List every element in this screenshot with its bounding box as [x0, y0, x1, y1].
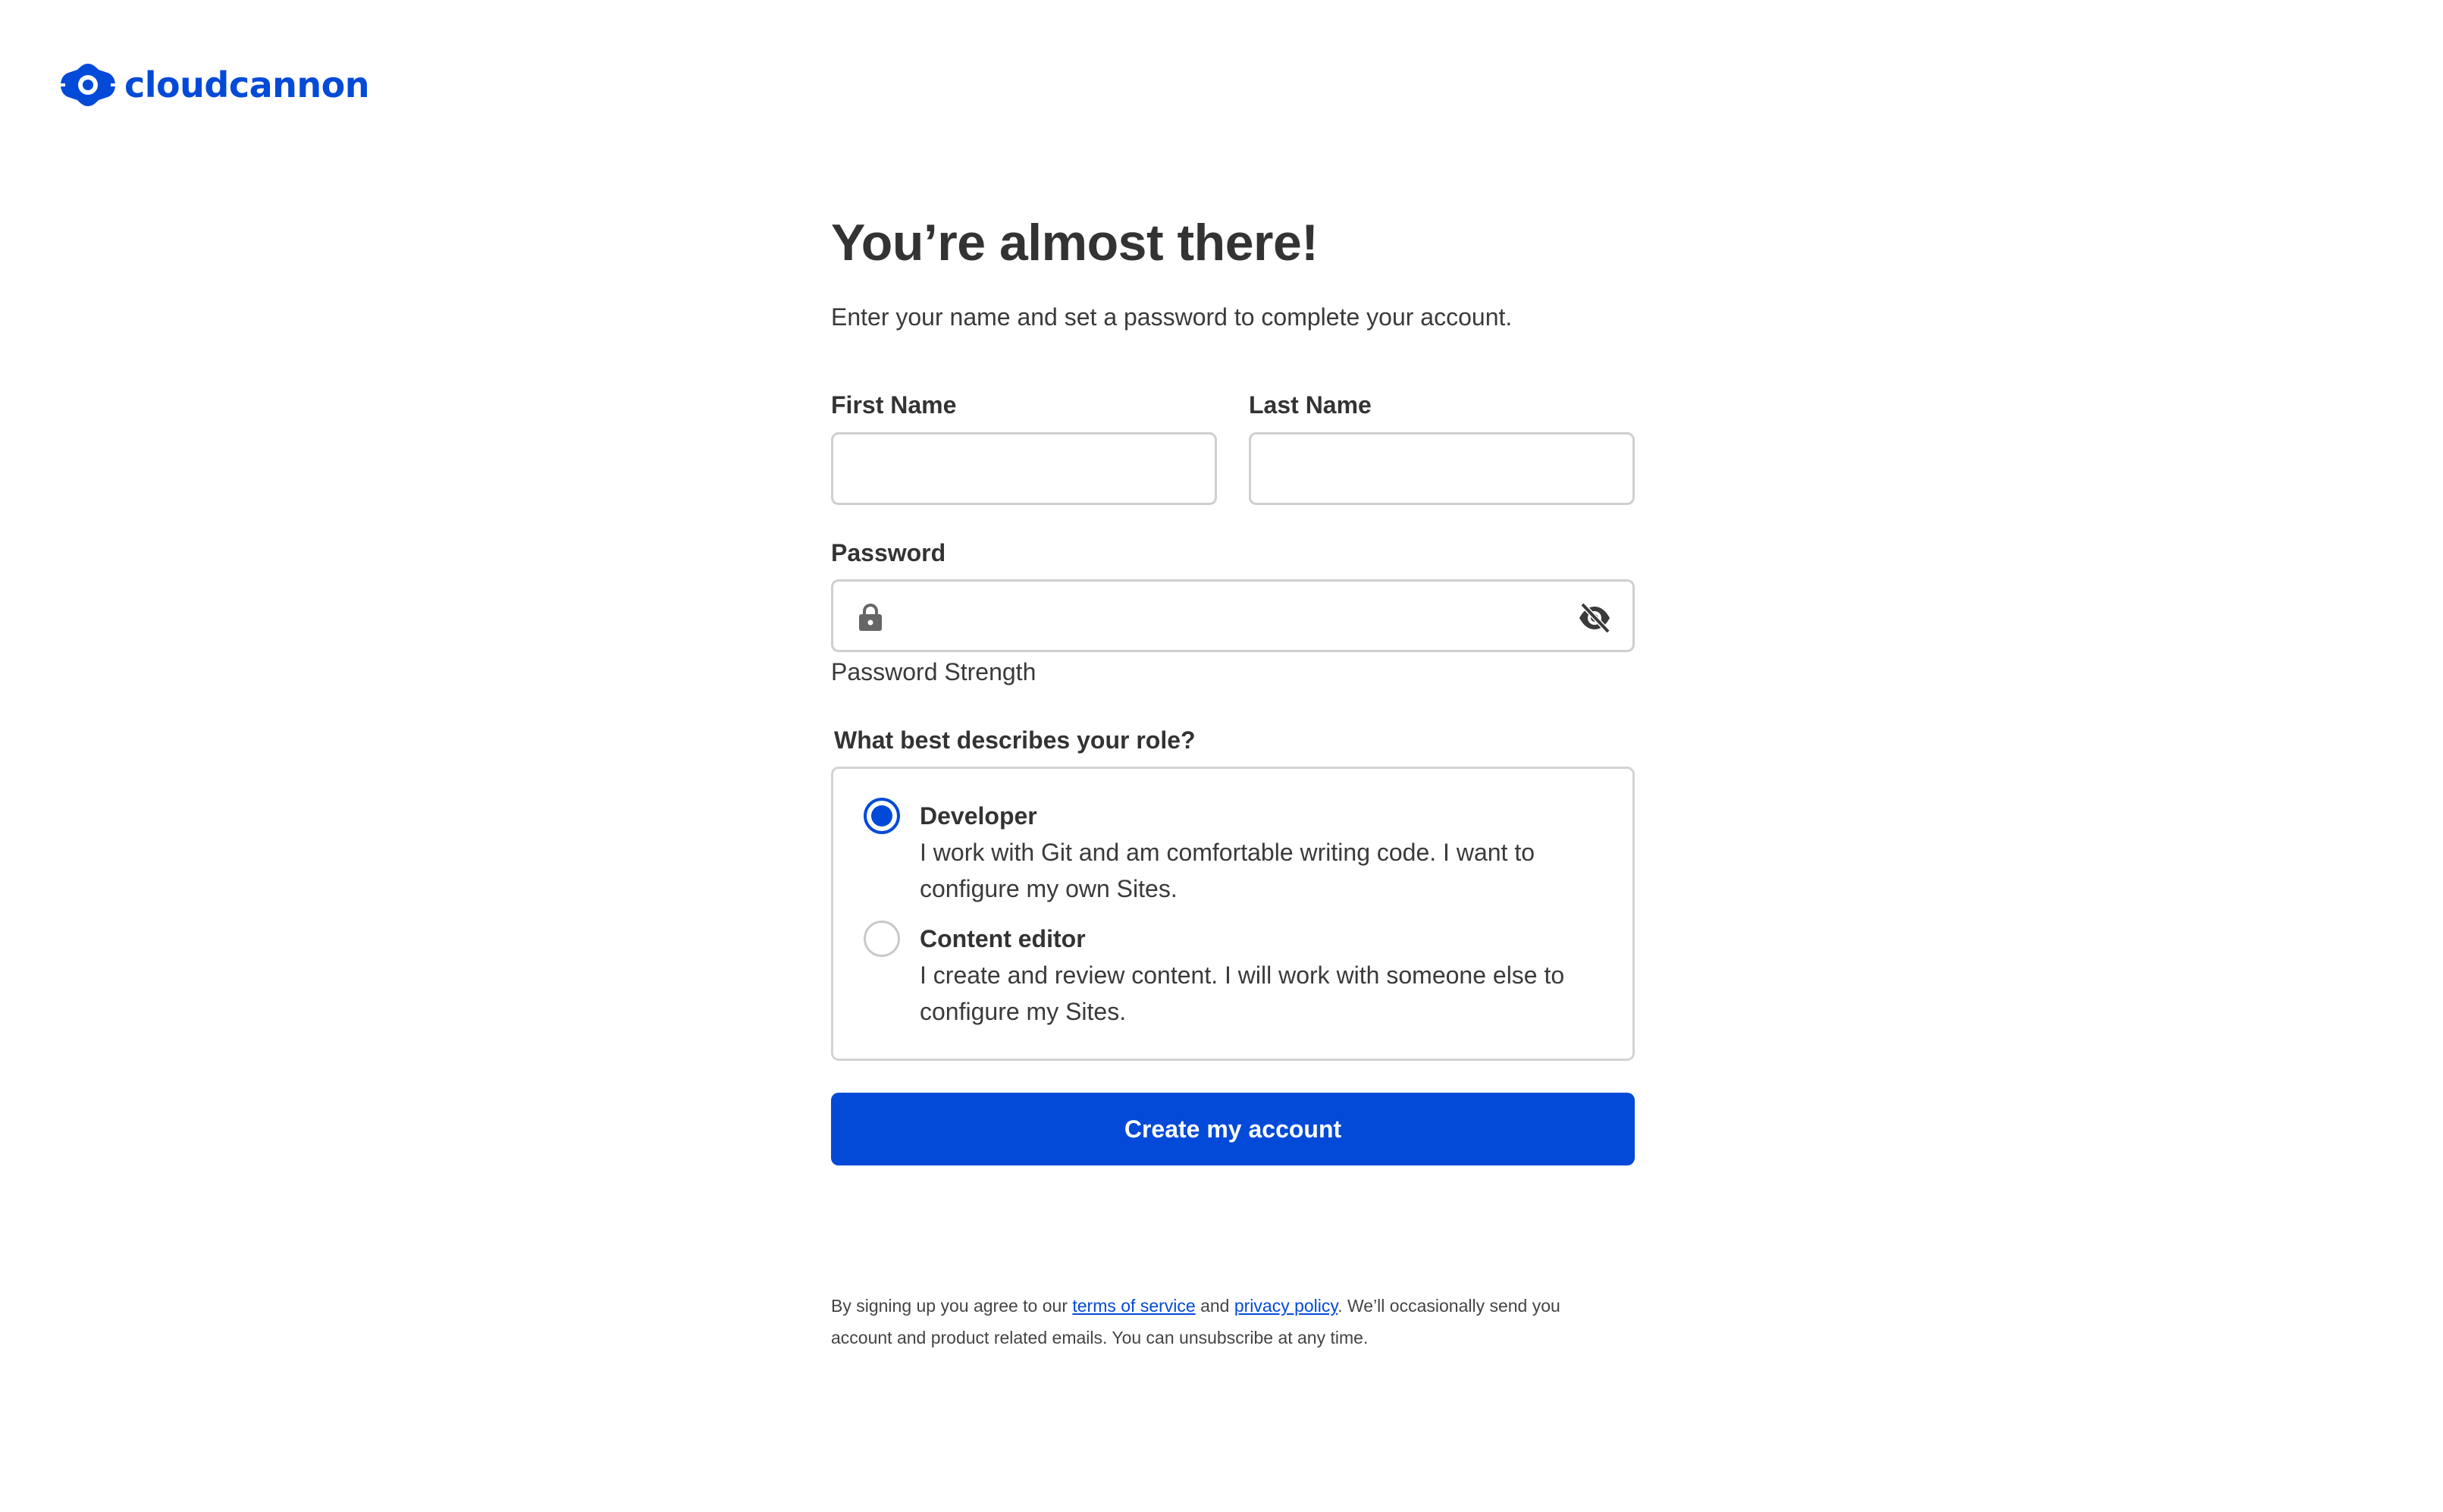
role-option-description: I work with Git and am comfortable writi…: [920, 839, 1535, 903]
terms-of-service-link[interactable]: terms of service: [1072, 1296, 1195, 1316]
create-account-button[interactable]: Create my account: [831, 1093, 1635, 1166]
lock-icon: [858, 603, 883, 632]
password-label: Password: [831, 538, 946, 566]
last-name-input[interactable]: [1249, 431, 1635, 505]
legal-notice: By signing up you agree to our terms of …: [831, 1290, 1604, 1354]
role-options: Developer I work with Git and am comfort…: [831, 767, 1635, 1062]
legal-and: and: [1195, 1296, 1234, 1316]
role-option-developer[interactable]: Developer I work with Git and am comfort…: [864, 798, 1602, 907]
password-input[interactable]: [902, 581, 1564, 650]
password-group: Password Password Strength: [831, 538, 1635, 686]
role-option-title: Developer: [920, 802, 1037, 830]
first-name-input[interactable]: [831, 431, 1217, 505]
role-option-content-editor[interactable]: Content editor I create and review conte…: [864, 921, 1602, 1030]
developer-radio[interactable]: [864, 798, 900, 835]
brand-name: cloudcannon: [124, 64, 369, 105]
cloudcannon-logo-icon: [59, 62, 117, 108]
legal-prefix: By signing up you agree to our: [831, 1296, 1073, 1316]
last-name-label: Last Name: [1249, 391, 1372, 419]
eye-off-icon[interactable]: [1576, 600, 1613, 636]
brand-logo[interactable]: cloudcannon: [59, 62, 369, 108]
last-name-group: Last Name: [1249, 391, 1635, 505]
signup-form: You’re almost there! Enter your name and…: [831, 212, 1635, 1354]
password-strength-label: Password Strength: [831, 657, 1036, 685]
role-label: What best describes your role?: [834, 726, 1196, 754]
role-option-description: I create and review content. I will work…: [920, 961, 1565, 1026]
role-option-text: Content editor I create and review conte…: [920, 921, 1587, 1030]
role-option-text: Developer I work with Git and am comfort…: [920, 798, 1587, 907]
password-field: [831, 579, 1635, 652]
content-editor-radio[interactable]: [864, 921, 900, 958]
name-row: First Name Last Name: [831, 391, 1635, 505]
first-name-group: First Name: [831, 391, 1217, 505]
page-subtitle: Enter your name and set a password to co…: [831, 303, 1513, 331]
privacy-policy-link[interactable]: privacy policy: [1234, 1296, 1338, 1316]
role-option-title: Content editor: [920, 925, 1086, 953]
page-title: You’re almost there!: [831, 214, 1319, 271]
first-name-label: First Name: [831, 391, 957, 419]
